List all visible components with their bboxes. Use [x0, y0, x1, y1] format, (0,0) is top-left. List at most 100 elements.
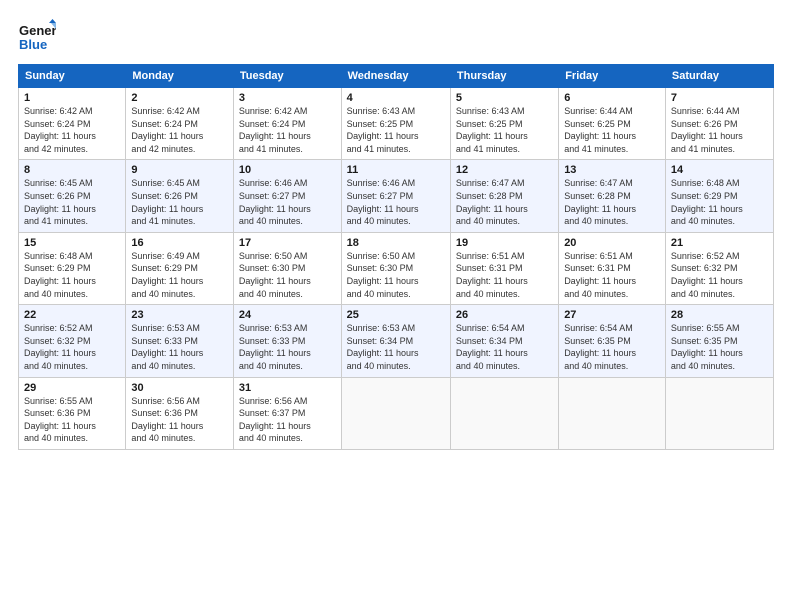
day-info: Sunrise: 6:50 AM Sunset: 6:30 PM Dayligh…	[239, 250, 336, 300]
calendar-day-cell: 6Sunrise: 6:44 AM Sunset: 6:25 PM Daylig…	[559, 88, 666, 160]
calendar-table: SundayMondayTuesdayWednesdayThursdayFrid…	[18, 64, 774, 450]
calendar-day-cell: 9Sunrise: 6:45 AM Sunset: 6:26 PM Daylig…	[126, 160, 234, 232]
calendar-day-cell: 14Sunrise: 6:48 AM Sunset: 6:29 PM Dayli…	[665, 160, 773, 232]
calendar-day-cell: 22Sunrise: 6:52 AM Sunset: 6:32 PM Dayli…	[19, 305, 126, 377]
day-info: Sunrise: 6:49 AM Sunset: 6:29 PM Dayligh…	[131, 250, 228, 300]
calendar-day-cell: 8Sunrise: 6:45 AM Sunset: 6:26 PM Daylig…	[19, 160, 126, 232]
day-info: Sunrise: 6:56 AM Sunset: 6:36 PM Dayligh…	[131, 395, 228, 445]
day-number: 19	[456, 237, 553, 249]
day-number: 4	[347, 92, 445, 104]
calendar-day-cell: 23Sunrise: 6:53 AM Sunset: 6:33 PM Dayli…	[126, 305, 234, 377]
day-info: Sunrise: 6:51 AM Sunset: 6:31 PM Dayligh…	[456, 250, 553, 300]
calendar-day-cell: 16Sunrise: 6:49 AM Sunset: 6:29 PM Dayli…	[126, 232, 234, 304]
calendar-day-cell: 29Sunrise: 6:55 AM Sunset: 6:36 PM Dayli…	[19, 377, 126, 449]
day-info: Sunrise: 6:52 AM Sunset: 6:32 PM Dayligh…	[24, 322, 120, 372]
day-number: 27	[564, 309, 660, 321]
calendar-day-cell: 31Sunrise: 6:56 AM Sunset: 6:37 PM Dayli…	[233, 377, 341, 449]
day-number: 15	[24, 237, 120, 249]
calendar-day-cell: 26Sunrise: 6:54 AM Sunset: 6:34 PM Dayli…	[450, 305, 558, 377]
calendar-body: 1Sunrise: 6:42 AM Sunset: 6:24 PM Daylig…	[19, 88, 774, 450]
weekday-header-cell: Thursday	[450, 65, 558, 88]
day-info: Sunrise: 6:50 AM Sunset: 6:30 PM Dayligh…	[347, 250, 445, 300]
calendar-day-cell: 24Sunrise: 6:53 AM Sunset: 6:33 PM Dayli…	[233, 305, 341, 377]
day-number: 5	[456, 92, 553, 104]
day-number: 12	[456, 164, 553, 176]
svg-text:Blue: Blue	[19, 37, 47, 52]
calendar-day-cell: 30Sunrise: 6:56 AM Sunset: 6:36 PM Dayli…	[126, 377, 234, 449]
weekday-header-cell: Saturday	[665, 65, 773, 88]
day-info: Sunrise: 6:51 AM Sunset: 6:31 PM Dayligh…	[564, 250, 660, 300]
day-info: Sunrise: 6:45 AM Sunset: 6:26 PM Dayligh…	[131, 177, 228, 227]
day-number: 23	[131, 309, 228, 321]
calendar-day-cell: 15Sunrise: 6:48 AM Sunset: 6:29 PM Dayli…	[19, 232, 126, 304]
day-info: Sunrise: 6:48 AM Sunset: 6:29 PM Dayligh…	[24, 250, 120, 300]
calendar-day-cell: 4Sunrise: 6:43 AM Sunset: 6:25 PM Daylig…	[341, 88, 450, 160]
calendar-day-cell: 1Sunrise: 6:42 AM Sunset: 6:24 PM Daylig…	[19, 88, 126, 160]
calendar-week-row: 22Sunrise: 6:52 AM Sunset: 6:32 PM Dayli…	[19, 305, 774, 377]
day-number: 1	[24, 92, 120, 104]
day-number: 8	[24, 164, 120, 176]
day-info: Sunrise: 6:54 AM Sunset: 6:35 PM Dayligh…	[564, 322, 660, 372]
day-number: 16	[131, 237, 228, 249]
calendar-day-cell: 27Sunrise: 6:54 AM Sunset: 6:35 PM Dayli…	[559, 305, 666, 377]
day-info: Sunrise: 6:44 AM Sunset: 6:26 PM Dayligh…	[671, 105, 768, 155]
calendar-day-cell	[665, 377, 773, 449]
calendar-week-row: 8Sunrise: 6:45 AM Sunset: 6:26 PM Daylig…	[19, 160, 774, 232]
weekday-header-row: SundayMondayTuesdayWednesdayThursdayFrid…	[19, 65, 774, 88]
calendar-day-cell: 17Sunrise: 6:50 AM Sunset: 6:30 PM Dayli…	[233, 232, 341, 304]
day-info: Sunrise: 6:53 AM Sunset: 6:33 PM Dayligh…	[239, 322, 336, 372]
weekday-header-cell: Friday	[559, 65, 666, 88]
day-number: 6	[564, 92, 660, 104]
day-info: Sunrise: 6:44 AM Sunset: 6:25 PM Dayligh…	[564, 105, 660, 155]
day-number: 20	[564, 237, 660, 249]
day-number: 18	[347, 237, 445, 249]
day-info: Sunrise: 6:46 AM Sunset: 6:27 PM Dayligh…	[239, 177, 336, 227]
day-number: 26	[456, 309, 553, 321]
header: General Blue	[18, 18, 774, 56]
calendar-week-row: 1Sunrise: 6:42 AM Sunset: 6:24 PM Daylig…	[19, 88, 774, 160]
day-number: 13	[564, 164, 660, 176]
calendar-day-cell: 20Sunrise: 6:51 AM Sunset: 6:31 PM Dayli…	[559, 232, 666, 304]
day-number: 11	[347, 164, 445, 176]
calendar-week-row: 15Sunrise: 6:48 AM Sunset: 6:29 PM Dayli…	[19, 232, 774, 304]
day-info: Sunrise: 6:55 AM Sunset: 6:36 PM Dayligh…	[24, 395, 120, 445]
svg-text:General: General	[19, 23, 56, 38]
day-info: Sunrise: 6:42 AM Sunset: 6:24 PM Dayligh…	[24, 105, 120, 155]
weekday-header-cell: Monday	[126, 65, 234, 88]
weekday-header-cell: Sunday	[19, 65, 126, 88]
calendar-day-cell	[559, 377, 666, 449]
day-info: Sunrise: 6:53 AM Sunset: 6:33 PM Dayligh…	[131, 322, 228, 372]
day-number: 9	[131, 164, 228, 176]
logo-container: General Blue	[18, 18, 56, 56]
day-number: 30	[131, 382, 228, 394]
day-info: Sunrise: 6:45 AM Sunset: 6:26 PM Dayligh…	[24, 177, 120, 227]
day-info: Sunrise: 6:48 AM Sunset: 6:29 PM Dayligh…	[671, 177, 768, 227]
day-info: Sunrise: 6:47 AM Sunset: 6:28 PM Dayligh…	[456, 177, 553, 227]
day-info: Sunrise: 6:43 AM Sunset: 6:25 PM Dayligh…	[347, 105, 445, 155]
day-number: 29	[24, 382, 120, 394]
day-info: Sunrise: 6:42 AM Sunset: 6:24 PM Dayligh…	[239, 105, 336, 155]
calendar-day-cell: 21Sunrise: 6:52 AM Sunset: 6:32 PM Dayli…	[665, 232, 773, 304]
logo-bird-icon: General Blue	[18, 18, 56, 56]
day-number: 7	[671, 92, 768, 104]
calendar-day-cell: 2Sunrise: 6:42 AM Sunset: 6:24 PM Daylig…	[126, 88, 234, 160]
day-number: 28	[671, 309, 768, 321]
day-number: 21	[671, 237, 768, 249]
calendar-page: General Blue SundayMondayTuesdayWednesda…	[0, 0, 792, 612]
day-number: 25	[347, 309, 445, 321]
calendar-day-cell: 13Sunrise: 6:47 AM Sunset: 6:28 PM Dayli…	[559, 160, 666, 232]
calendar-day-cell: 7Sunrise: 6:44 AM Sunset: 6:26 PM Daylig…	[665, 88, 773, 160]
day-info: Sunrise: 6:56 AM Sunset: 6:37 PM Dayligh…	[239, 395, 336, 445]
day-info: Sunrise: 6:55 AM Sunset: 6:35 PM Dayligh…	[671, 322, 768, 372]
logo: General Blue	[18, 18, 56, 56]
day-info: Sunrise: 6:52 AM Sunset: 6:32 PM Dayligh…	[671, 250, 768, 300]
day-info: Sunrise: 6:54 AM Sunset: 6:34 PM Dayligh…	[456, 322, 553, 372]
day-info: Sunrise: 6:43 AM Sunset: 6:25 PM Dayligh…	[456, 105, 553, 155]
weekday-header-cell: Wednesday	[341, 65, 450, 88]
calendar-day-cell: 18Sunrise: 6:50 AM Sunset: 6:30 PM Dayli…	[341, 232, 450, 304]
day-number: 31	[239, 382, 336, 394]
day-info: Sunrise: 6:47 AM Sunset: 6:28 PM Dayligh…	[564, 177, 660, 227]
day-info: Sunrise: 6:42 AM Sunset: 6:24 PM Dayligh…	[131, 105, 228, 155]
calendar-day-cell: 3Sunrise: 6:42 AM Sunset: 6:24 PM Daylig…	[233, 88, 341, 160]
calendar-day-cell: 5Sunrise: 6:43 AM Sunset: 6:25 PM Daylig…	[450, 88, 558, 160]
